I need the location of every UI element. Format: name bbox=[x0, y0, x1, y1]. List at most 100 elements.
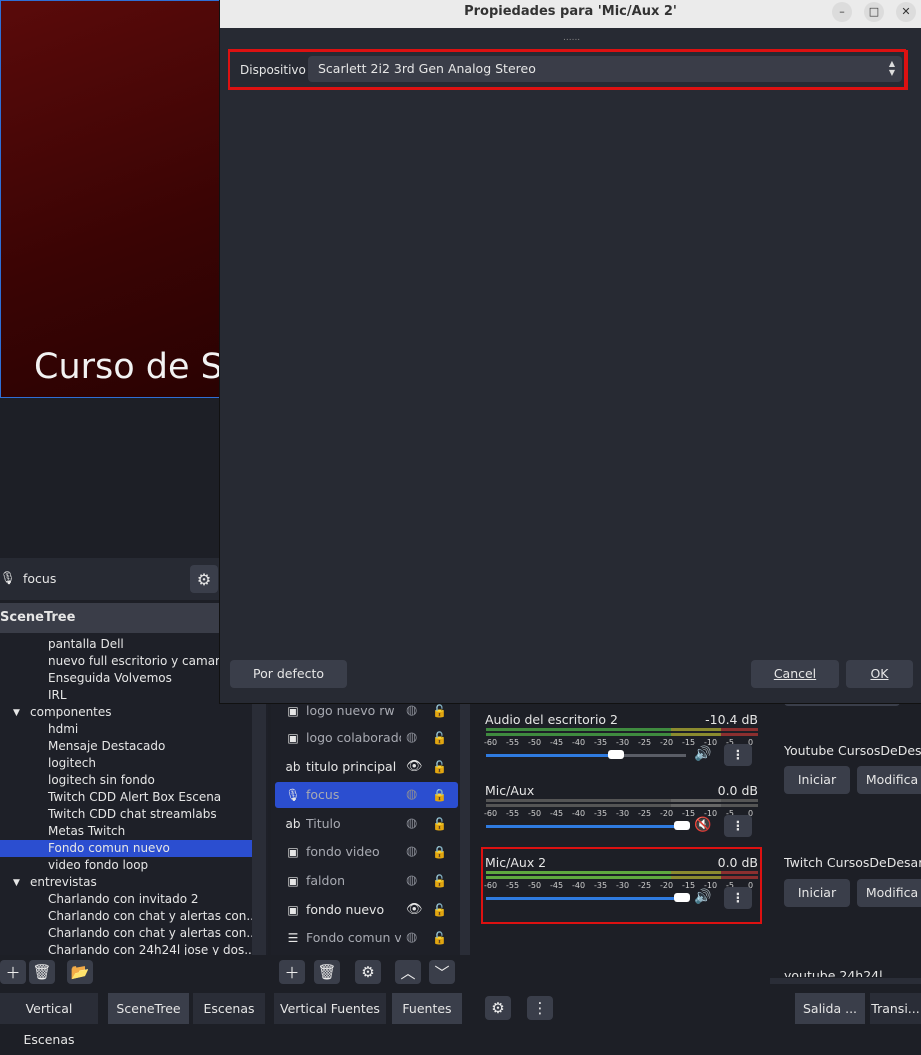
move-down-button[interactable]: ﹀ bbox=[429, 960, 455, 984]
lock-icon[interactable]: 🔒 bbox=[432, 782, 447, 808]
audio-settings-button[interactable]: ⚙ bbox=[485, 996, 511, 1020]
minimize-icon[interactable]: – bbox=[832, 2, 852, 22]
source-label: focus bbox=[306, 787, 340, 802]
gear-icon[interactable]: ⚙ bbox=[190, 565, 218, 593]
scale-tick-label: -35 bbox=[594, 809, 608, 818]
add-source-button[interactable]: ＋ bbox=[279, 960, 305, 984]
close-icon[interactable]: ✕ bbox=[896, 2, 916, 22]
eye-hidden-icon[interactable]: ◍ bbox=[406, 839, 417, 865]
scene-item[interactable]: Charlando con invitado 2 bbox=[48, 891, 199, 908]
maximize-icon[interactable]: □ bbox=[864, 2, 884, 22]
source-properties-button[interactable]: ⚙ bbox=[355, 960, 381, 984]
scene-item[interactable]: IRL bbox=[48, 687, 67, 704]
remove-scene-button[interactable]: 🗑 bbox=[29, 960, 55, 984]
eye-hidden-icon[interactable]: ◍ bbox=[406, 925, 417, 951]
resize-grip[interactable]: ...... bbox=[563, 33, 580, 43]
scene-item[interactable]: video fondo loop bbox=[48, 857, 148, 874]
lock-icon[interactable]: 🔒 bbox=[432, 839, 447, 865]
scene-folder[interactable]: entrevistas bbox=[30, 874, 97, 891]
source-item[interactable]: ▣ fondo video ◍ 🔒 bbox=[275, 839, 458, 865]
scene-folder[interactable]: componentes bbox=[30, 704, 112, 721]
scene-item-selected[interactable]: Fondo comun nuevo bbox=[0, 840, 252, 857]
highlight-frame bbox=[481, 847, 762, 924]
volume-slider[interactable] bbox=[486, 754, 686, 757]
sources-list: ▣ logo nuevo rw ◍ 🔓 ▣ logo colaborado ◍ … bbox=[271, 700, 463, 955]
scene-item[interactable]: Charlando con chat y alertas con... bbox=[48, 908, 258, 925]
channel-menu-button[interactable]: ⋮ bbox=[724, 744, 752, 766]
source-item[interactable]: ☰ Fondo comun vi ◍ 🔓 bbox=[275, 925, 458, 951]
scene-item[interactable]: nuevo full escritorio y camara bbox=[48, 653, 227, 670]
lock-open-icon[interactable]: 🔓 bbox=[432, 897, 447, 923]
image-icon: ▣ bbox=[287, 731, 299, 745]
scene-item[interactable]: Metas Twitch bbox=[48, 823, 125, 840]
scene-item[interactable]: Enseguida Volvemos bbox=[48, 670, 172, 687]
tab-fuentes[interactable]: Fuentes bbox=[392, 993, 462, 1024]
volume-meter bbox=[486, 797, 758, 807]
dialog-titlebar: Propiedades para 'Mic/Aux 2' – □ ✕ bbox=[220, 0, 921, 28]
eye-hidden-icon[interactable]: ◍ bbox=[406, 811, 417, 837]
modify-button[interactable]: Modifica bbox=[857, 766, 921, 794]
scene-item[interactable]: Twitch CDD Alert Box Escena bbox=[48, 789, 221, 806]
mixer-menu-button[interactable]: ⋮ bbox=[527, 996, 553, 1020]
eye-hidden-icon[interactable]: ◍ bbox=[406, 725, 417, 751]
lock-open-icon[interactable]: 🔓 bbox=[432, 725, 447, 751]
add-scene-button[interactable]: ＋ bbox=[0, 960, 26, 984]
ok-button[interactable]: OK bbox=[846, 660, 913, 688]
source-label: Fondo comun vi bbox=[306, 930, 401, 945]
eye-hidden-icon[interactable]: ◍ bbox=[406, 782, 417, 808]
modify-button[interactable]: Modifica bbox=[857, 879, 921, 907]
channel-db: -10.4 dB bbox=[705, 712, 758, 727]
start-button[interactable]: Iniciar bbox=[784, 879, 850, 907]
add-folder-button[interactable]: 📂 bbox=[67, 960, 93, 984]
cancel-button[interactable]: Cancel bbox=[751, 660, 839, 688]
lock-open-icon[interactable]: 🔓 bbox=[432, 868, 447, 894]
scale-tick-label: -45 bbox=[550, 809, 564, 818]
scene-item[interactable]: Charlando con 24h24l jose y dos... bbox=[48, 942, 256, 955]
source-item[interactable]: ab titulo principal 👁 🔓 bbox=[275, 754, 458, 780]
speaker-icon[interactable]: 🔊 bbox=[694, 746, 711, 762]
scene-item[interactable]: Charlando con chat y alertas con... bbox=[48, 925, 258, 942]
volume-knob[interactable] bbox=[674, 821, 690, 830]
source-item-selected[interactable]: 🎙 focus ◍ 🔒 bbox=[275, 782, 458, 808]
tab-vertical-escenas[interactable]: Vertical Escenas bbox=[0, 993, 98, 1047]
tab-salida[interactable]: Salida ... bbox=[795, 993, 865, 1024]
scale-tick-label: -30 bbox=[616, 809, 630, 818]
volume-knob[interactable] bbox=[608, 750, 624, 759]
scene-item[interactable]: logitech sin fondo bbox=[48, 772, 155, 789]
chevron-down-icon[interactable]: ▼ bbox=[13, 708, 20, 718]
source-item[interactable]: ▣ faldon ◍ 🔓 bbox=[275, 868, 458, 894]
tab-transiciones[interactable]: Transi... bbox=[870, 993, 921, 1024]
speaker-muted-icon[interactable]: 🔇 bbox=[694, 817, 711, 833]
scene-item[interactable]: Twitch CDD chat streamlabs bbox=[48, 806, 217, 823]
eye-icon[interactable]: 👁 bbox=[406, 754, 423, 780]
tab-scenetree[interactable]: SceneTree bbox=[108, 993, 189, 1024]
lock-open-icon[interactable]: 🔓 bbox=[432, 925, 447, 951]
eye-icon[interactable]: 👁 bbox=[406, 897, 423, 923]
mic-icon: 🎙 bbox=[0, 570, 16, 585]
scene-item[interactable]: logitech bbox=[48, 755, 96, 772]
channel-menu-button[interactable]: ⋮ bbox=[724, 815, 752, 837]
move-up-button[interactable]: ︿ bbox=[395, 960, 421, 984]
scale-tick-label: -60 bbox=[484, 809, 498, 818]
source-item[interactable]: ▣ fondo nuevo 👁 🔓 bbox=[275, 897, 458, 923]
scene-item[interactable]: pantalla Dell bbox=[48, 636, 124, 653]
scene-item[interactable]: hdmi bbox=[48, 721, 78, 738]
output-title: youtube 24h24l bbox=[784, 968, 883, 977]
eye-hidden-icon[interactable]: ◍ bbox=[406, 868, 417, 894]
lock-open-icon[interactable]: 🔓 bbox=[432, 754, 447, 780]
sources-scrollbar[interactable] bbox=[460, 700, 470, 955]
output-scrollbar[interactable] bbox=[770, 978, 921, 984]
chevron-down-icon[interactable]: ▼ bbox=[13, 878, 20, 888]
tab-escenas[interactable]: Escenas bbox=[193, 993, 265, 1024]
lock-open-icon[interactable]: 🔓 bbox=[432, 811, 447, 837]
scale-tick-label: -60 bbox=[484, 738, 498, 747]
defaults-button[interactable]: Por defecto bbox=[230, 660, 347, 688]
tab-vertical-fuentes[interactable]: Vertical Fuentes bbox=[274, 993, 386, 1024]
scene-item[interactable]: Mensaje Destacado bbox=[48, 738, 165, 755]
volume-slider[interactable] bbox=[486, 825, 686, 828]
start-button[interactable]: Iniciar bbox=[784, 766, 850, 794]
preview-text: Curso de S bbox=[34, 347, 220, 387]
source-item[interactable]: ▣ logo colaborado ◍ 🔓 bbox=[275, 725, 458, 751]
remove-source-button[interactable]: 🗑 bbox=[314, 960, 340, 984]
source-item[interactable]: ab Titulo ◍ 🔓 bbox=[275, 811, 458, 837]
